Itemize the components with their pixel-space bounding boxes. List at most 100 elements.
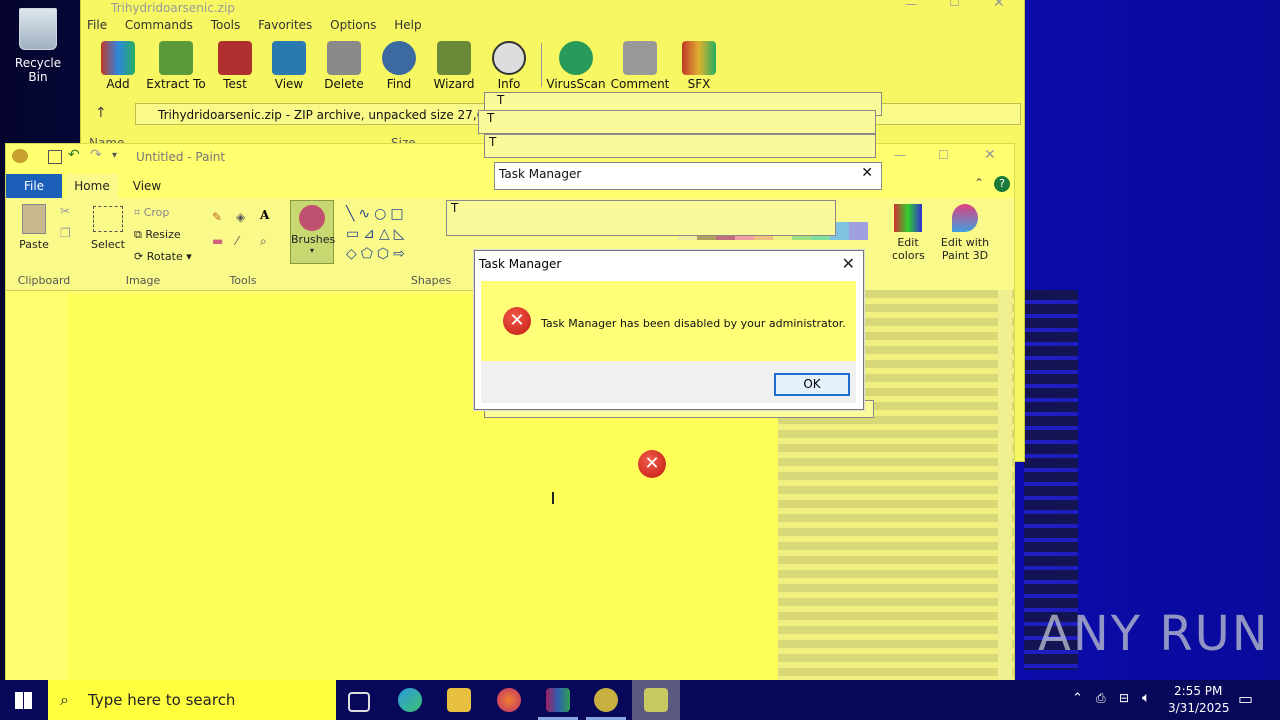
brushes-label: Brushes [291,233,336,246]
winrar-menubar: File Commands Tools Favorites Options He… [81,15,1024,37]
book-icon [272,41,306,75]
save-icon[interactable] [48,150,62,164]
search-box[interactable]: ⌕ Type here to search [48,680,336,720]
minimize-icon[interactable]: — [905,0,917,11]
edit-paint3d-label: Edit with Paint 3D [940,236,990,262]
paint-maximize-icon[interactable]: ☐ [938,148,949,162]
group-clipboard: Clipboard [17,274,71,287]
add-button[interactable]: Add [88,41,148,91]
maximize-icon[interactable]: ☐ [949,0,960,9]
redo-icon[interactable]: ↷ [90,147,102,163]
tab-view[interactable]: View [124,174,170,198]
resize-button[interactable]: ⧉ Resize [134,228,181,242]
virus-icon [559,41,593,75]
info-button[interactable]: Info [479,41,539,91]
comment-icon [623,41,657,75]
ghost-title-2: T [487,111,495,125]
paint-taskbar-icon[interactable] [594,688,618,712]
scrollbar-vertical[interactable] [998,290,1012,680]
ghost-title-5: Task Manager [499,167,582,181]
task-manager-dialog: Task Manager ✕ ✕ Task Manager has been d… [474,250,864,410]
taskmgr-taskbar-button[interactable] [632,680,680,720]
firefox-icon[interactable] [497,688,521,712]
help-icon[interactable]: ? [994,176,1010,192]
network-icon[interactable]: ⊟ [1119,691,1129,705]
menu-tools[interactable]: Tools [205,15,249,32]
rect-shape-icon: ▭⊿△◺ [346,226,409,242]
crop-button[interactable]: ⌗ Crop [134,206,169,220]
edit-paint3d-button[interactable]: Edit with Paint 3D [940,204,990,262]
tab-home[interactable]: Home [66,174,118,198]
wizard-button[interactable]: Wizard [424,41,484,91]
recycle-bin-label: Recycle Bin [14,56,62,84]
file-explorer-icon[interactable] [447,688,471,712]
rotate-icon: ⟳ [134,250,147,263]
wizard-label: Wizard [433,77,475,91]
color-picker-icon[interactable]: ⁄ [236,234,238,248]
device-icon[interactable]: ⎙ [1096,691,1106,706]
find-button[interactable]: Find [369,41,429,91]
anyrun-watermark: ANY RUN [1038,606,1270,662]
crop-label: Crop [143,206,170,219]
edit-colors-button[interactable]: Edit colors [892,204,925,262]
menu-options[interactable]: Options [324,15,384,32]
ghost-title-1: T [497,93,505,107]
dialog-close-icon[interactable]: ✕ [842,254,855,273]
cut-icon[interactable]: ✂ [60,204,70,218]
recycle-bin-shortcut[interactable]: Recycle Bin [8,8,68,84]
comment-label: Comment [610,77,670,91]
chevron-up-icon[interactable]: ⌃ [1072,691,1083,706]
ghost-close-icon[interactable]: ✕ [861,165,873,181]
info-icon [492,41,526,75]
virusscan-button[interactable]: VirusScan [546,41,606,91]
copy-icon[interactable]: ❐ [60,226,71,240]
start-button[interactable] [0,680,48,720]
winrar-taskbar-icon[interactable] [546,688,570,712]
task-view-icon[interactable] [348,692,370,712]
delete-button[interactable]: Delete [314,41,374,91]
paint-minimize-icon[interactable]: — [894,148,906,162]
task-manager-icon [644,688,668,712]
magnifier-icon[interactable]: ⌕ [260,234,267,249]
test-button[interactable]: Test [205,41,265,91]
select-button[interactable]: Select [90,206,126,251]
volume-icon[interactable]: 🔈︎ [1142,690,1150,706]
paste-label: Paste [19,238,49,251]
menu-commands[interactable]: Commands [119,15,201,32]
sfx-button[interactable]: SFX [669,41,729,91]
pencil-icon[interactable]: ✎ [212,210,222,224]
menu-file[interactable]: File [81,15,115,32]
brush-icon [299,205,325,231]
eraser-icon[interactable]: ▬ [212,234,223,248]
ok-button[interactable]: OK [774,373,850,396]
rotate-button[interactable]: ⟳ Rotate ▾ [134,250,192,263]
line-shape-icon: ╲∿○□ [346,206,408,222]
paint-close-icon[interactable]: ✕ [984,147,996,163]
sfx-icon [682,41,716,75]
menu-help[interactable]: Help [388,15,429,32]
shapes-gallery[interactable]: ╲∿○□ ▭⊿△◺ ◇⬠⬡⇨ [346,204,430,262]
quick-access-dropdown-icon[interactable]: ▾ [112,150,117,161]
clock-time[interactable]: 2:55 PM [1174,684,1222,698]
test-label: Test [223,77,247,91]
resize-icon: ⧉ [134,228,146,241]
edge-icon[interactable] [398,688,422,712]
up-arrow-icon[interactable]: ↑ [95,105,107,121]
brushes-button[interactable]: Brushes ▾ [290,200,336,264]
color-wheel-icon [894,204,922,232]
notification-icon[interactable]: ▭ [1238,689,1253,708]
fill-icon[interactable]: ◈ [236,210,245,224]
tab-file[interactable]: File [6,174,62,198]
text-icon[interactable]: A [260,208,269,222]
select-icon [93,206,123,232]
comment-button[interactable]: Comment [610,41,670,91]
extract-to-button[interactable]: Extract To [146,41,206,91]
edit-colors-label: Edit colors [892,236,925,262]
view-button[interactable]: View [259,41,319,91]
menu-favorites[interactable]: Favorites [252,15,320,32]
ribbon-collapse-icon[interactable]: ⌃ [974,176,984,190]
undo-icon[interactable]: ↶ [68,147,80,163]
close-icon[interactable]: ✕ [993,0,1005,11]
paste-button[interactable]: Paste [16,204,52,251]
clock-date[interactable]: 3/31/2025 [1168,701,1230,715]
